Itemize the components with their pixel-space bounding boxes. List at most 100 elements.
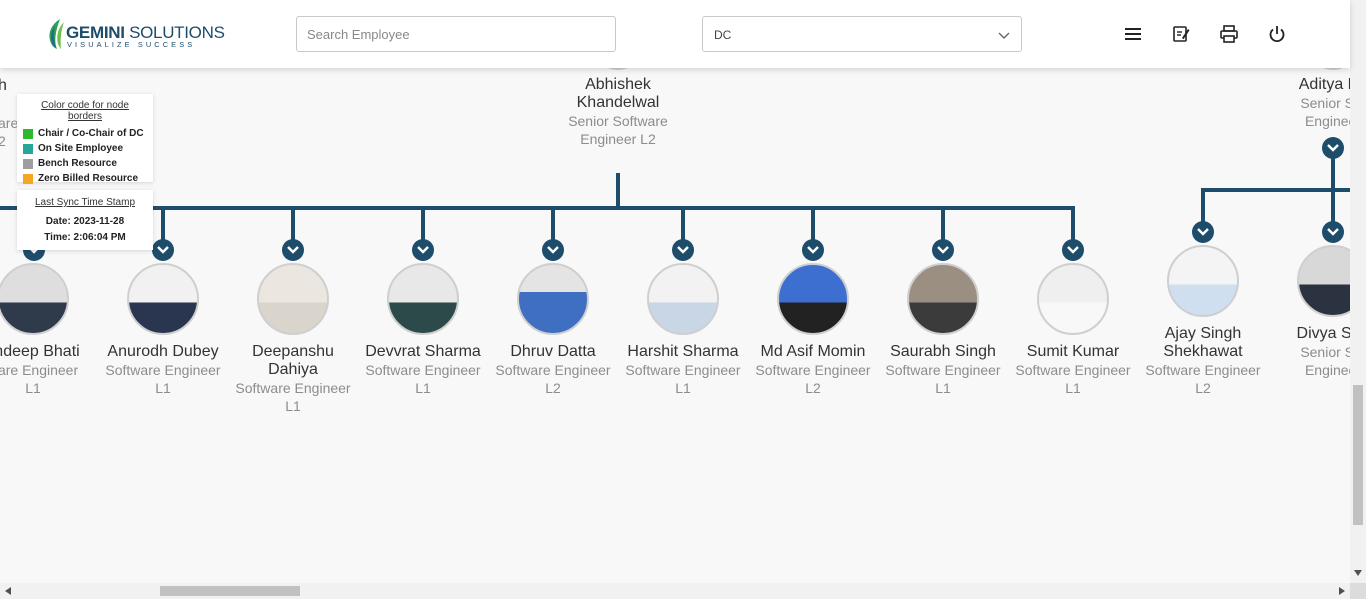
avatar <box>1167 245 1239 317</box>
employee-node[interactable]: Saurabh Singh Software Engineer L1 <box>878 263 1008 397</box>
employee-role-line: Software Engineer <box>755 362 871 378</box>
employee-role-line: L2 <box>1195 380 1211 396</box>
leaf-logo-icon <box>49 19 64 49</box>
scroll-right-arrow-icon[interactable] <box>1339 587 1345 595</box>
employee-name-line: Ajay Singh <box>1164 325 1242 342</box>
employee-name-line: Khandelwal <box>576 94 660 111</box>
power-icon[interactable] <box>1267 24 1287 44</box>
sync-time: Time: 2:06:04 PM <box>44 232 126 243</box>
employee-node[interactable]: shdeep Bhati ware Engineer L1 <box>0 263 98 397</box>
employee-node[interactable]: Harshit Sharma Software Engineer L1 <box>618 263 748 397</box>
legend-swatch <box>23 128 33 139</box>
avatar <box>1037 263 1109 335</box>
sync-title: Last Sync Time Stamp <box>34 197 136 208</box>
chevron-down-icon <box>417 246 429 254</box>
horizontal-scrollbar[interactable] <box>0 583 1350 599</box>
expand-toggle[interactable] <box>542 239 564 261</box>
edit-note-icon[interactable] <box>1171 24 1191 44</box>
scrollbar-corner <box>1350 583 1366 599</box>
legend-label: Chair / Co-Chair of DC <box>38 128 144 139</box>
employee-node-aditya[interactable]: Aditya Ku Senior Sof Engineer <box>1268 68 1350 130</box>
legend-label: On Site Employee <box>38 143 124 154</box>
expand-toggle[interactable] <box>672 239 694 261</box>
employee-name: Sumit Kumar <box>1026 343 1120 360</box>
employee-role-line: Software Engineer <box>625 362 741 378</box>
employee-role: Software Engineer L1 <box>878 361 1008 397</box>
employee-role-line: Software Engineer <box>1015 362 1131 378</box>
employee-role-line: Senior Software <box>568 113 668 129</box>
legend-item: Bench Resource <box>23 158 147 169</box>
chevron-down-icon <box>1067 246 1079 254</box>
chevron-down-icon <box>937 246 949 254</box>
employee-role-line: L1 <box>25 380 41 396</box>
employee-role-line: 2 <box>0 133 6 149</box>
horizontal-scroll-thumb[interactable] <box>160 586 300 596</box>
employee-node[interactable]: Sumit Kumar Software Engineer L1 <box>1008 263 1138 397</box>
search-employee-input[interactable] <box>296 16 616 52</box>
avatar <box>0 263 69 335</box>
employee-role: ware Engineer L1 <box>0 361 98 397</box>
legend-title: Color code for node borders <box>41 100 129 122</box>
employee-name-line: Deepanshu <box>252 343 334 360</box>
employee-name: Deepanshu Dahiya <box>228 343 358 379</box>
menu-icon[interactable] <box>1123 24 1143 44</box>
expand-toggle[interactable] <box>1062 239 1084 261</box>
employee-node[interactable]: Divya Sha Senior Sof Engineer <box>1268 245 1350 379</box>
expand-toggle[interactable] <box>932 239 954 261</box>
expand-toggle[interactable] <box>1322 137 1344 159</box>
legend-label: Zero Billed Resource <box>38 173 139 184</box>
expand-toggle[interactable] <box>802 239 824 261</box>
legend-swatch <box>23 143 33 154</box>
employee-node[interactable]: Devvrat Sharma Software Engineer L1 <box>358 263 488 397</box>
border-color-legend: Color code for node borders Chair / Co-C… <box>17 94 153 184</box>
scroll-left-arrow-icon[interactable] <box>5 587 11 595</box>
employee-role-line: Software Engineer <box>235 380 351 396</box>
department-select[interactable]: DC <box>702 16 1022 52</box>
employee-role-line: L2 <box>805 380 821 396</box>
org-chart-canvas[interactable]: Abhishek Khandelwal Senior Software Engi… <box>0 68 1350 583</box>
legend-swatch <box>23 173 33 184</box>
employee-role: Senior Sof Engineer <box>1268 94 1350 130</box>
avatar <box>127 263 199 335</box>
expand-toggle[interactable] <box>152 239 174 261</box>
avatar <box>593 68 643 70</box>
expand-toggle[interactable] <box>412 239 434 261</box>
employee-role: Software Engineer L1 <box>618 361 748 397</box>
employee-name: shdeep Bhati <box>0 343 80 360</box>
vertical-scroll-thumb[interactable] <box>1353 385 1363 525</box>
employee-role-line: L1 <box>1065 380 1081 396</box>
employee-role-line: Software Engineer <box>495 362 611 378</box>
scroll-down-arrow-icon[interactable] <box>1354 570 1362 576</box>
expand-toggle[interactable] <box>1322 221 1344 243</box>
print-icon[interactable] <box>1219 24 1239 44</box>
employee-node[interactable]: Dhruv Datta Software Engineer L2 <box>488 263 618 397</box>
employee-name-line: Dahiya <box>268 361 318 378</box>
gemini-logo[interactable]: GEMINI SOLUTIONS VISUALIZE SUCCESS <box>46 16 225 52</box>
avatar <box>907 263 979 335</box>
avatar <box>387 263 459 335</box>
avatar <box>257 263 329 335</box>
employee-node[interactable]: Ajay Singh Shekhawat Software Engineer L2 <box>1138 245 1268 397</box>
department-selected-value: DC <box>714 28 732 42</box>
employee-name: Harshit Sharma <box>627 343 739 360</box>
employee-role-line: Software Engineer <box>365 362 481 378</box>
employee-role-line: L1 <box>935 380 951 396</box>
employee-name: h <box>0 77 7 94</box>
employee-name: Devvrat Sharma <box>365 343 481 360</box>
employee-node[interactable]: Md Asif Momin Software Engineer L2 <box>748 263 878 397</box>
chevron-down-icon <box>807 246 819 254</box>
avatar <box>647 263 719 335</box>
employee-node[interactable]: Deepanshu Dahiya Software Engineer L1 <box>228 263 358 415</box>
employee-node-abhishek-khandelwal[interactable]: Abhishek Khandelwal Senior Software Engi… <box>553 68 683 148</box>
employee-role-line: Software Engineer <box>1145 362 1261 378</box>
vertical-scrollbar[interactable] <box>1350 0 1366 583</box>
expand-toggle[interactable] <box>282 239 304 261</box>
chevron-down-icon <box>998 32 1010 39</box>
expand-toggle[interactable] <box>1192 221 1214 243</box>
employee-role-line: Senior Sof <box>1300 95 1350 111</box>
employee-node[interactable]: Anurodh Dubey Software Engineer L1 <box>98 263 228 397</box>
logo-tagline: VISUALIZE SUCCESS <box>67 40 196 49</box>
employee-role-line: Engineer <box>1304 362 1350 378</box>
employee-role: Software Engineer L1 <box>358 361 488 397</box>
chevron-down-icon <box>157 246 169 254</box>
